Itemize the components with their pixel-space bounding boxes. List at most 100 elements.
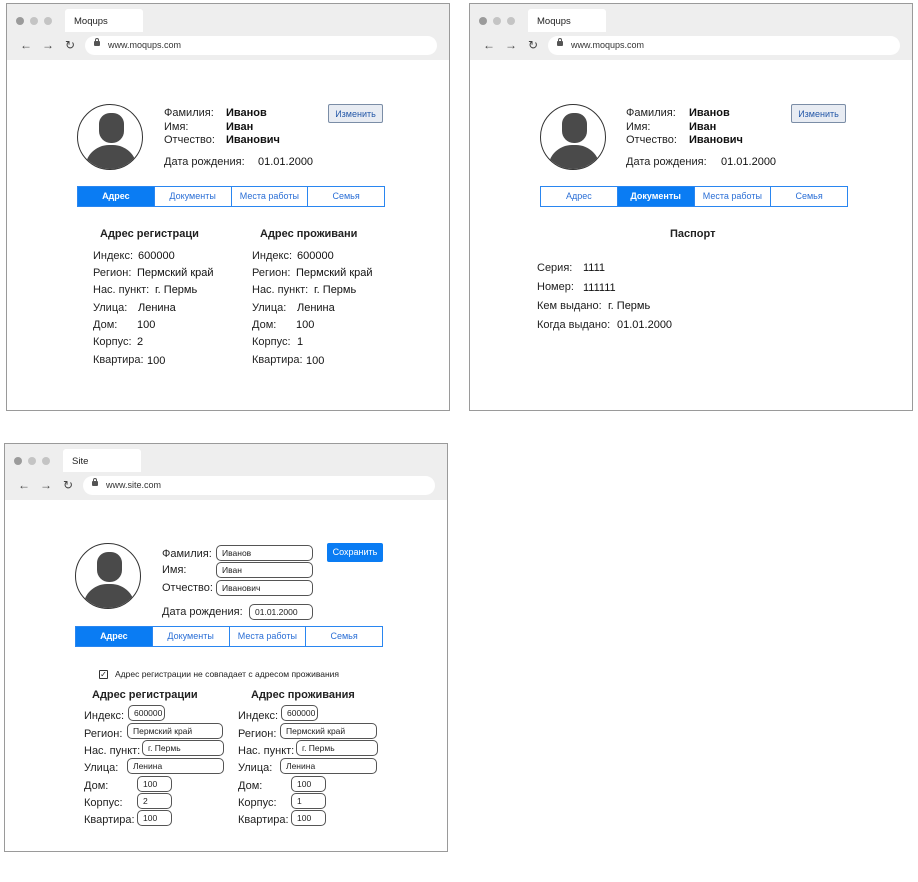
issued-date-value: 01.01.2000: [617, 319, 673, 331]
reg-street-input[interactable]: Ленина: [127, 758, 224, 774]
name-value: Иван: [226, 121, 254, 133]
residence-address-title: Адрес проживани: [260, 228, 358, 240]
minimize-dot-icon[interactable]: [30, 17, 38, 25]
tab-address[interactable]: Адрес: [541, 187, 617, 206]
tab-address[interactable]: Адрес: [78, 187, 154, 206]
live-region-label: Регион:: [238, 728, 277, 740]
browser-tab[interactable]: Moqups: [65, 9, 143, 32]
live-building-label: Корпус:: [238, 797, 277, 809]
tab-documents[interactable]: Документы: [153, 187, 231, 206]
forward-arrow-icon[interactable]: →: [500, 38, 522, 52]
tab-workplaces[interactable]: Места работы: [230, 187, 308, 206]
lock-icon: [92, 478, 98, 486]
tab-workplaces[interactable]: Места работы: [228, 627, 306, 646]
close-dot-icon[interactable]: [479, 17, 487, 25]
close-dot-icon[interactable]: [16, 17, 24, 25]
reg-house-input[interactable]: 100: [137, 776, 172, 792]
name-label: Имя:: [164, 121, 189, 133]
address-bar[interactable]: www.moqups.com: [548, 36, 900, 55]
reg-building-label: Корпус:: [84, 797, 123, 809]
maximize-dot-icon[interactable]: [42, 457, 50, 465]
reg-building-input[interactable]: 2: [137, 793, 172, 809]
reg-house-label: Дом:: [93, 319, 118, 331]
reload-icon[interactable]: ↻: [57, 478, 79, 492]
reg-region-value: Пермский край: [137, 267, 214, 279]
tab-family[interactable]: Семья: [770, 187, 847, 206]
live-index-label: Индекс:: [238, 710, 279, 722]
live-region-input[interactable]: Пермский край: [280, 723, 377, 739]
live-house-value: 100: [296, 319, 315, 331]
reg-flat-input[interactable]: 100: [137, 810, 172, 826]
forward-arrow-icon[interactable]: →: [35, 478, 57, 492]
minimize-dot-icon[interactable]: [493, 17, 501, 25]
browser-tab[interactable]: Moqups: [528, 9, 606, 32]
back-arrow-icon[interactable]: ←: [478, 38, 500, 52]
tab-documents[interactable]: Документы: [151, 627, 229, 646]
reg-index-input[interactable]: 600000: [128, 705, 165, 721]
live-locality-value: г. Пермь: [314, 284, 357, 296]
tab-documents[interactable]: Документы: [616, 187, 694, 206]
save-button[interactable]: Сохранить: [327, 543, 383, 562]
live-building-label: Корпус:: [252, 336, 291, 348]
live-building-input[interactable]: 1: [291, 793, 326, 809]
reg-flat-label: Квартира:: [84, 814, 135, 826]
live-street-label: Улица:: [252, 302, 287, 314]
reg-region-input[interactable]: Пермский край: [127, 723, 223, 739]
minimize-dot-icon[interactable]: [28, 457, 36, 465]
live-locality-input[interactable]: г. Пермь: [296, 740, 378, 756]
different-address-checkbox[interactable]: ✓: [99, 670, 108, 679]
browser-chrome: Moqups ← → ↻ www.moqups.com: [7, 4, 449, 60]
tab-family[interactable]: Семья: [307, 187, 384, 206]
live-index-input[interactable]: 600000: [281, 705, 318, 721]
live-index-label: Индекс:: [252, 250, 293, 262]
live-region-value: Пермский край: [296, 267, 373, 279]
reg-street-value: Ленина: [138, 302, 176, 314]
browser-tab[interactable]: Site: [63, 449, 141, 472]
tab-workplaces[interactable]: Места работы: [693, 187, 771, 206]
live-flat-label: Квартира:: [238, 814, 289, 826]
name-input[interactable]: Иван: [216, 562, 313, 578]
live-building-value: 1: [297, 336, 304, 348]
reg-locality-input[interactable]: г. Пермь: [142, 740, 224, 756]
close-dot-icon[interactable]: [14, 457, 22, 465]
reg-locality-label: Нас. пункт:: [84, 745, 141, 757]
reg-locality-label: Нас. пункт:: [93, 284, 150, 296]
registration-address-title: Адрес регистрации: [92, 689, 198, 701]
reg-region-label: Регион:: [84, 728, 123, 740]
reg-index-label: Индекс:: [84, 710, 125, 722]
live-house-input[interactable]: 100: [291, 776, 326, 792]
series-value: 1111: [583, 262, 606, 274]
reload-icon[interactable]: ↻: [59, 38, 81, 52]
live-house-label: Дом:: [252, 319, 277, 331]
browser-chrome: Site ← → ↻ www.site.com: [5, 444, 447, 500]
birth-input[interactable]: 01.01.2000: [249, 604, 313, 620]
tab-family[interactable]: Семья: [305, 627, 382, 646]
edit-button[interactable]: Изменить: [791, 104, 846, 123]
patronymic-input[interactable]: Иванович: [216, 580, 313, 596]
back-arrow-icon[interactable]: ←: [15, 38, 37, 52]
surname-input[interactable]: Иванов: [216, 545, 313, 561]
patronymic-value: Иванович: [226, 134, 280, 146]
patronymic-value: Иванович: [689, 134, 743, 146]
maximize-dot-icon[interactable]: [44, 17, 52, 25]
live-flat-input[interactable]: 100: [291, 810, 326, 826]
live-street-label: Улица:: [238, 762, 273, 774]
maximize-dot-icon[interactable]: [507, 17, 515, 25]
edit-button[interactable]: Изменить: [328, 104, 383, 123]
browser-window-address-view: Moqups ← → ↻ www.moqups.com Фамилия: Ивано…: [6, 3, 450, 411]
surname-value: Иванов: [689, 107, 730, 119]
patronymic-label: Отчество:: [162, 582, 213, 594]
forward-arrow-icon[interactable]: →: [37, 38, 59, 52]
live-street-input[interactable]: Ленина: [280, 758, 377, 774]
address-bar[interactable]: www.site.com: [83, 476, 435, 495]
reload-icon[interactable]: ↻: [522, 38, 544, 52]
live-locality-label: Нас. пункт:: [252, 284, 309, 296]
back-arrow-icon[interactable]: ←: [13, 478, 35, 492]
address-bar[interactable]: www.moqups.com: [85, 36, 437, 55]
residence-address-title: Адрес проживания: [251, 689, 355, 701]
nav-controls: ← → ↻: [478, 38, 544, 52]
tab-address[interactable]: Адрес: [76, 627, 152, 646]
name-label: Имя:: [626, 121, 651, 133]
reg-region-label: Регион:: [93, 267, 132, 279]
tab-bar: Адрес Документы Места работы Семья: [540, 186, 848, 207]
